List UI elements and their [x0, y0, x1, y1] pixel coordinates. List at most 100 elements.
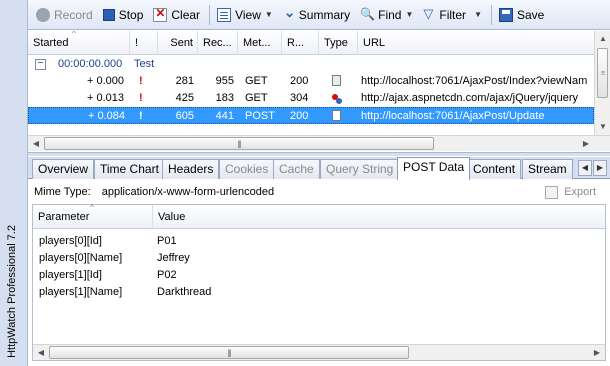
- chevron-down-icon: ▼: [405, 10, 414, 19]
- cell-received: 441: [215, 110, 234, 122]
- mime-type-label: Mime Type:: [34, 186, 91, 198]
- find-button[interactable]: Find ▼: [356, 3, 417, 27]
- grid-vertical-scrollbar[interactable]: ▲ ≡ ▼: [594, 31, 610, 135]
- param-row[interactable]: players[1][Name] Darkthread: [33, 284, 593, 301]
- col-url[interactable]: URL: [358, 31, 594, 55]
- scroll-up-arrow[interactable]: ▲: [595, 31, 610, 47]
- toolbar-separator: [490, 4, 492, 25]
- cell-sent: 605: [175, 110, 194, 122]
- tab-cookies[interactable]: Cookies: [219, 159, 275, 179]
- tab-scroll-right-icon[interactable]: ▶: [593, 160, 607, 176]
- stop-label: Stop: [118, 7, 144, 22]
- cell-method: GET: [245, 75, 268, 87]
- scroll-left-arrow[interactable]: ◀: [28, 136, 44, 152]
- scroll-right-arrow[interactable]: ▶: [589, 345, 605, 361]
- stop-button[interactable]: Stop: [99, 3, 148, 27]
- sort-ascending-icon: ^: [90, 203, 94, 212]
- warning-icon: !: [139, 75, 143, 87]
- cell-result: 200: [290, 75, 309, 87]
- scroll-left-arrow[interactable]: ◀: [33, 345, 49, 361]
- export-button[interactable]: Export: [545, 183, 596, 201]
- param-value: P02: [157, 269, 177, 281]
- summary-button[interactable]: Summary: [279, 3, 354, 27]
- param-name: players[1][Id]: [39, 269, 102, 281]
- cell-method: GET: [245, 92, 268, 104]
- document-icon: [332, 110, 341, 121]
- grid-horizontal-scrollbar[interactable]: ◀ ||| ▶: [28, 135, 610, 151]
- blank-type-icon: [332, 110, 341, 127]
- col-started[interactable]: Started ^: [28, 31, 130, 55]
- tab-stream[interactable]: Stream: [522, 159, 573, 179]
- tab-query-string[interactable]: Query String: [320, 159, 400, 179]
- scroll-right-arrow[interactable]: ▶: [578, 136, 594, 152]
- group-time: 00:00:00.000: [58, 58, 123, 70]
- tab-overview[interactable]: Overview: [32, 159, 95, 179]
- grid-header: Started ^ ! Sent Rec... Met... R... Type …: [28, 31, 594, 55]
- chevron-down-icon: ▼: [264, 10, 273, 19]
- group-name: Test: [134, 58, 155, 70]
- stop-icon: [102, 8, 115, 21]
- param-value: Darkthread: [157, 286, 212, 298]
- collapse-icon[interactable]: −: [35, 59, 46, 70]
- params-horizontal-scrollbar[interactable]: ◀ ||| ▶: [33, 344, 605, 360]
- record-button[interactable]: Record: [32, 3, 97, 27]
- col-parameter[interactable]: Parameter ^: [33, 203, 153, 229]
- search-icon: [360, 7, 375, 22]
- warning-icon: !: [139, 110, 143, 122]
- col-received[interactable]: Rec...: [198, 31, 238, 55]
- tab-cache[interactable]: Cache: [273, 159, 320, 179]
- col-sent[interactable]: Sent: [158, 31, 198, 55]
- param-value: P01: [157, 235, 177, 247]
- script-icon: [332, 94, 342, 104]
- param-row[interactable]: players[1][Id] P02: [33, 267, 593, 284]
- tab-content[interactable]: Content: [467, 159, 522, 179]
- mime-type: Mime Type: application/x-www-form-urlenc…: [34, 184, 274, 200]
- request-row[interactable]: + 0.000 ! 281 955 GET 200 http://localho…: [28, 73, 594, 90]
- view-label: View: [235, 7, 261, 22]
- params-header: Parameter ^ Value: [33, 203, 605, 229]
- tab-headers[interactable]: Headers: [162, 159, 220, 179]
- tab-post-data[interactable]: POST Data: [397, 157, 471, 180]
- toolbar: Record Stop Clear View ▼ Summary Find ▼ …: [28, 0, 610, 30]
- clear-icon: [153, 6, 168, 22]
- cell-url: http://localhost:7061/AjaxPost/Index?vie…: [361, 75, 588, 87]
- filter-icon: [423, 6, 435, 22]
- tab-scroll-left-icon[interactable]: ◀: [578, 160, 592, 176]
- scroll-thumb[interactable]: ≡: [597, 48, 608, 98]
- col-method[interactable]: Met...: [238, 31, 282, 55]
- request-row-selected[interactable]: + 0.084 ! 605 441 POST 200 http://localh…: [28, 107, 594, 124]
- cell-sent: 281: [175, 75, 194, 87]
- group-row[interactable]: − 00:00:00.000 Test: [28, 56, 594, 73]
- clear-button[interactable]: Clear: [149, 3, 204, 27]
- scroll-thumb[interactable]: |||: [49, 346, 409, 359]
- param-name: players[0][Id]: [39, 235, 102, 247]
- save-button[interactable]: Save: [495, 3, 548, 27]
- param-name: players[0][Name]: [39, 252, 123, 264]
- save-label: Save: [516, 7, 545, 22]
- col-warning[interactable]: !: [130, 31, 158, 55]
- scroll-down-arrow[interactable]: ▼: [595, 119, 610, 135]
- request-row[interactable]: + 0.013 ! 425 183 GET 304 http://ajax.as…: [28, 90, 594, 107]
- cell-result: 200: [290, 110, 309, 122]
- cell-url: http://localhost:7061/AjaxPost/Update: [361, 110, 545, 122]
- col-type[interactable]: Type: [319, 31, 358, 55]
- cell-started: + 0.000: [86, 75, 124, 87]
- find-label: Find: [378, 7, 402, 22]
- col-value[interactable]: Value: [153, 205, 605, 229]
- param-row[interactable]: players[0][Id] P01: [33, 233, 593, 250]
- param-value: Jeffrey: [157, 252, 190, 264]
- scroll-thumb[interactable]: |||: [44, 137, 434, 150]
- mime-type-value: application/x-www-form-urlencoded: [101, 186, 275, 198]
- param-row[interactable]: players[0][Name] Jeffrey: [33, 250, 593, 267]
- panel-splitter[interactable]: [28, 152, 610, 156]
- request-grid: Started ^ ! Sent Rec... Met... R... Type …: [28, 31, 610, 151]
- toolbar-separator: [209, 4, 211, 25]
- save-icon: [498, 7, 513, 22]
- main-window: Record Stop Clear View ▼ Summary Find ▼ …: [28, 0, 610, 366]
- filter-button[interactable]: Filter ▼: [419, 3, 486, 27]
- col-result[interactable]: R...: [282, 31, 319, 55]
- tab-time-chart[interactable]: Time Chart: [94, 159, 165, 179]
- cell-result: 304: [290, 92, 309, 104]
- param-name: players[1][Name]: [39, 286, 123, 298]
- view-button[interactable]: View ▼: [213, 3, 277, 27]
